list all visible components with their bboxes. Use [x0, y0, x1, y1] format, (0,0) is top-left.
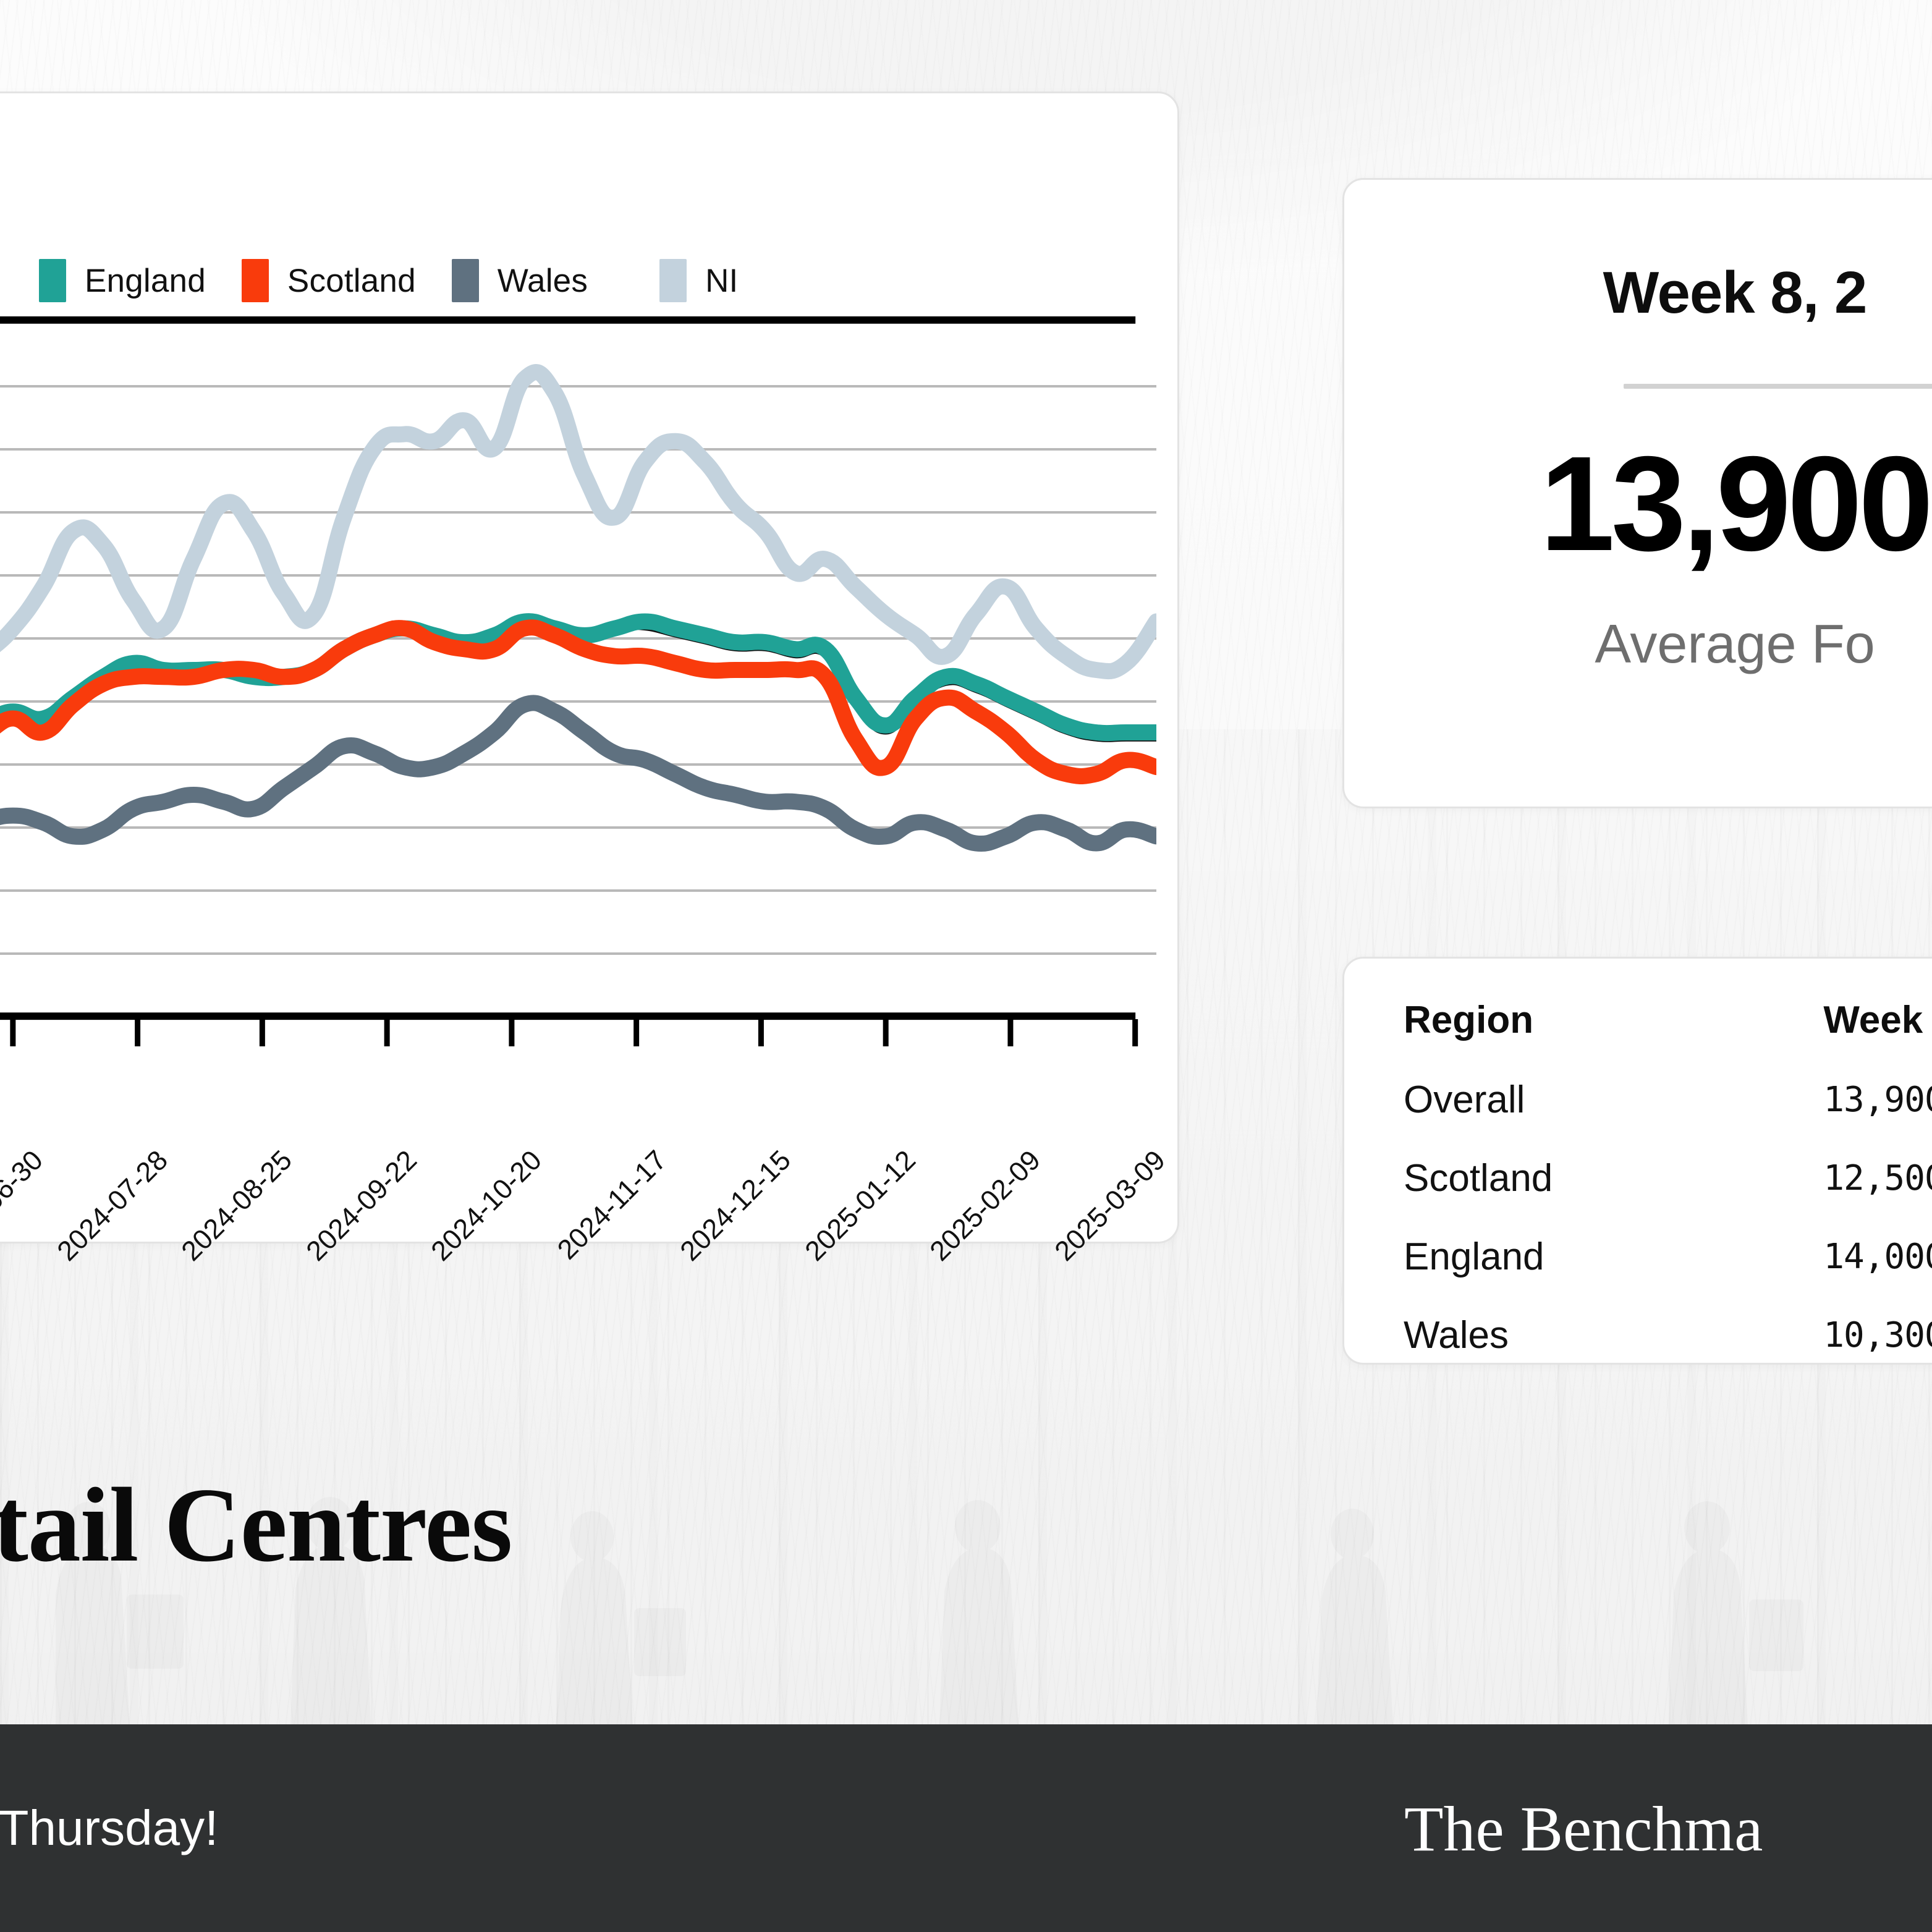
chart-x-axis-labels: 2024-05-052024-06-022024-06-302024-07-28… [0, 1144, 1171, 1305]
table-row: Wales 10,300 [1344, 1313, 1932, 1392]
table-header-row: Region Week 8 [1344, 998, 1932, 1078]
legend-item-scotland[interactable]: Scotland [241, 259, 416, 302]
stat-value: 13,900 [1540, 429, 1932, 579]
table-row: Scotland 12,500 [1344, 1156, 1932, 1235]
chart-x-tick-label: 2024-07-28 [50, 1144, 174, 1267]
table-cell-region: England [1404, 1235, 1544, 1278]
chart-x-tick-label: 2024-08-25 [175, 1144, 299, 1267]
legend-label-ni: NI [705, 262, 739, 299]
table-cell-region: Overall [1404, 1078, 1525, 1121]
region-summary-card: Region Week 8 Overall 13,900 Scotland 12,50… [1342, 957, 1932, 1365]
table-cell-value: 12,500 [1823, 1158, 1932, 1198]
chart-x-tick-label: 2024-10-20 [425, 1144, 548, 1267]
region-table: Region Week 8 Overall 13,900 Scotland 12,50… [1344, 998, 1932, 1392]
legend-swatch-wales [451, 259, 479, 302]
stat-week-label: Week 8, 2 [1603, 260, 1868, 326]
legend-label-scotland: Scotland [287, 262, 416, 299]
chart-x-tick-label: 2025-01-12 [799, 1144, 922, 1267]
chart-x-tick-marks [10, 1019, 1138, 1046]
legend-item-england[interactable]: England [39, 259, 206, 302]
legend-swatch-england [39, 259, 66, 302]
chart-x-tick-label: 2024-11-17 [551, 1144, 672, 1266]
table-cell-value: 10,300 [1823, 1315, 1932, 1355]
legend-swatch-ni [659, 259, 687, 302]
legend-item-wales[interactable]: Wales [451, 259, 588, 302]
chart-x-tick-label: 2024-09-22 [300, 1144, 423, 1267]
headline-stat-card: Week 8, 2 13,900 Average Fo [1342, 178, 1932, 808]
footer-brand-name: The Benchma [1404, 1794, 1763, 1865]
stat-caption: Average Fo [1595, 613, 1875, 674]
footer-bar: ee every Thursday! The Benchma [0, 1724, 1932, 1932]
page-title: Retail Centres [0, 1467, 512, 1584]
table-cell-region: Scotland [1404, 1157, 1553, 1200]
table-cell-value: 13,900 [1823, 1080, 1932, 1120]
footfall-trend-chart-card: England Scotland Wales NI 2024-05-052024… [0, 91, 1179, 1267]
table-header-week: Week 8 [1823, 999, 1932, 1041]
legend-item-ni[interactable]: NI [659, 259, 738, 302]
stat-divider [1624, 384, 1932, 389]
legend-label-england: England [85, 262, 206, 299]
table-cell-value: 14,000 [1823, 1237, 1932, 1277]
chart-legend: England Scotland Wales NI [39, 259, 738, 302]
chart-plot-area [0, 323, 1156, 1017]
table-row: Overall 13,900 [1344, 1078, 1932, 1156]
chart-x-tick-label: 2025-02-09 [923, 1144, 1046, 1267]
chart-x-tick-label: 2024-12-15 [674, 1144, 797, 1267]
legend-label-wales: Wales [497, 262, 588, 299]
table-row: England 14,000 [1344, 1235, 1932, 1313]
chart-series-lines [0, 364, 1156, 852]
table-cell-region: Wales [1404, 1314, 1509, 1357]
legend-swatch-scotland [241, 259, 269, 302]
chart-x-tick-label: 2024-06-30 [0, 1144, 49, 1267]
footer-left-text: ee every Thursday! [0, 1800, 219, 1855]
chart-x-tick-label: 2025-03-09 [1048, 1144, 1171, 1267]
table-header-region: Region [1404, 999, 1534, 1041]
